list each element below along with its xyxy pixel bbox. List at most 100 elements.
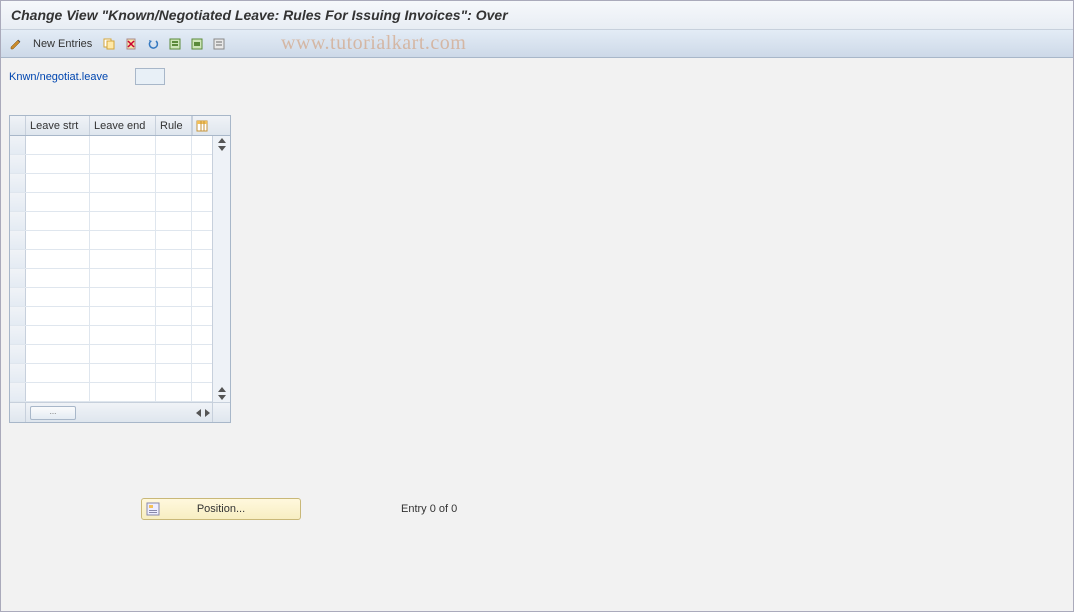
position-button[interactable]: Position... xyxy=(141,498,301,520)
delete-button[interactable] xyxy=(122,35,140,53)
row-selector[interactable] xyxy=(10,136,26,154)
row-selector[interactable] xyxy=(10,383,26,401)
table-row[interactable] xyxy=(10,250,212,269)
table-row[interactable] xyxy=(10,212,212,231)
row-selector[interactable] xyxy=(10,269,26,287)
known-negotiated-leave-input[interactable] xyxy=(135,68,165,85)
cell-leave-start[interactable] xyxy=(26,155,90,173)
cell-rule[interactable] xyxy=(156,174,192,192)
table-row[interactable] xyxy=(10,136,212,155)
cell-leave-end[interactable] xyxy=(90,288,156,306)
cell-rule[interactable] xyxy=(156,250,192,268)
table-row[interactable] xyxy=(10,345,212,364)
row-selector[interactable] xyxy=(10,250,26,268)
cell-leave-end[interactable] xyxy=(90,383,156,401)
cell-leave-start[interactable] xyxy=(26,174,90,192)
grid-vertical-scrollbar[interactable] xyxy=(212,136,230,402)
table-row[interactable] xyxy=(10,193,212,212)
cell-leave-end[interactable] xyxy=(90,269,156,287)
scroll-up-icon[interactable] xyxy=(218,138,226,143)
row-selector[interactable] xyxy=(10,212,26,230)
cell-leave-start[interactable] xyxy=(26,288,90,306)
cell-leave-start[interactable] xyxy=(26,326,90,344)
cell-rule[interactable] xyxy=(156,364,192,382)
row-selector[interactable] xyxy=(10,364,26,382)
cell-rule[interactable] xyxy=(156,193,192,211)
table-row[interactable] xyxy=(10,269,212,288)
row-selector[interactable] xyxy=(10,193,26,211)
grid-header: Leave strt Leave end Rule xyxy=(10,116,230,136)
table-row[interactable] xyxy=(10,174,212,193)
grid-select-all-header[interactable] xyxy=(10,116,26,135)
undo-button[interactable] xyxy=(144,35,162,53)
copy-button[interactable] xyxy=(100,35,118,53)
cell-rule[interactable] xyxy=(156,231,192,249)
table-row[interactable] xyxy=(10,383,212,402)
cell-rule[interactable] xyxy=(156,136,192,154)
grid-footer-more-button[interactable]: ... xyxy=(30,406,76,420)
row-selector[interactable] xyxy=(10,288,26,306)
table-row[interactable] xyxy=(10,326,212,345)
cell-leave-start[interactable] xyxy=(26,136,90,154)
known-negotiated-leave-link[interactable]: Knwn/negotiat.leave xyxy=(9,71,129,83)
cell-leave-end[interactable] xyxy=(90,345,156,363)
cell-leave-end[interactable] xyxy=(90,193,156,211)
cell-rule[interactable] xyxy=(156,383,192,401)
cell-leave-end[interactable] xyxy=(90,136,156,154)
table-row[interactable] xyxy=(10,231,212,250)
table-row[interactable] xyxy=(10,364,212,383)
column-header-rule[interactable]: Rule xyxy=(156,116,192,135)
row-selector[interactable] xyxy=(10,307,26,325)
cell-rule[interactable] xyxy=(156,307,192,325)
scroll-right-icon[interactable] xyxy=(205,409,210,417)
table-row[interactable] xyxy=(10,288,212,307)
cell-leave-end[interactable] xyxy=(90,212,156,230)
scroll-up-icon[interactable] xyxy=(218,387,226,392)
row-selector[interactable] xyxy=(10,155,26,173)
cell-leave-end[interactable] xyxy=(90,250,156,268)
cell-leave-start[interactable] xyxy=(26,383,90,401)
cell-leave-end[interactable] xyxy=(90,174,156,192)
cell-rule[interactable] xyxy=(156,269,192,287)
cell-rule[interactable] xyxy=(156,288,192,306)
cell-leave-end[interactable] xyxy=(90,307,156,325)
cell-leave-end[interactable] xyxy=(90,155,156,173)
cell-leave-start[interactable] xyxy=(26,345,90,363)
cell-leave-end[interactable] xyxy=(90,326,156,344)
cell-leave-end[interactable] xyxy=(90,364,156,382)
cell-leave-end[interactable] xyxy=(90,231,156,249)
cell-leave-start[interactable] xyxy=(26,193,90,211)
scroll-down-icon[interactable] xyxy=(218,395,226,400)
grid-config-button[interactable] xyxy=(192,116,210,135)
cell-leave-start[interactable] xyxy=(26,364,90,382)
cell-rule[interactable] xyxy=(156,155,192,173)
copy-icon xyxy=(102,37,116,51)
cell-leave-start[interactable] xyxy=(26,231,90,249)
column-header-leave-end[interactable]: Leave end xyxy=(90,116,156,135)
row-selector[interactable] xyxy=(10,345,26,363)
row-selector[interactable] xyxy=(10,231,26,249)
table-row[interactable] xyxy=(10,155,212,174)
cell-rule[interactable] xyxy=(156,212,192,230)
scroll-left-icon[interactable] xyxy=(196,409,201,417)
deselect-all-button[interactable] xyxy=(210,35,228,53)
new-entries-button[interactable]: New Entries xyxy=(29,38,96,50)
row-selector[interactable] xyxy=(10,326,26,344)
deselect-icon xyxy=(212,37,226,51)
table-row[interactable] xyxy=(10,307,212,326)
cell-leave-start[interactable] xyxy=(26,307,90,325)
cell-leave-start[interactable] xyxy=(26,250,90,268)
cell-leave-start[interactable] xyxy=(26,212,90,230)
cell-leave-start[interactable] xyxy=(26,269,90,287)
column-header-leave-start[interactable]: Leave strt xyxy=(26,116,90,135)
cell-rule[interactable] xyxy=(156,326,192,344)
scroll-down-icon[interactable] xyxy=(218,146,226,151)
toggle-edit-button[interactable] xyxy=(7,35,25,53)
grid-horizontal-scrollbar[interactable] xyxy=(196,409,212,417)
cell-rule[interactable] xyxy=(156,345,192,363)
grid-footer-selector[interactable] xyxy=(10,403,26,422)
row-selector[interactable] xyxy=(10,174,26,192)
select-block-button[interactable] xyxy=(188,35,206,53)
select-all-button[interactable] xyxy=(166,35,184,53)
app-window: Change View "Known/Negotiated Leave: Rul… xyxy=(0,0,1074,612)
